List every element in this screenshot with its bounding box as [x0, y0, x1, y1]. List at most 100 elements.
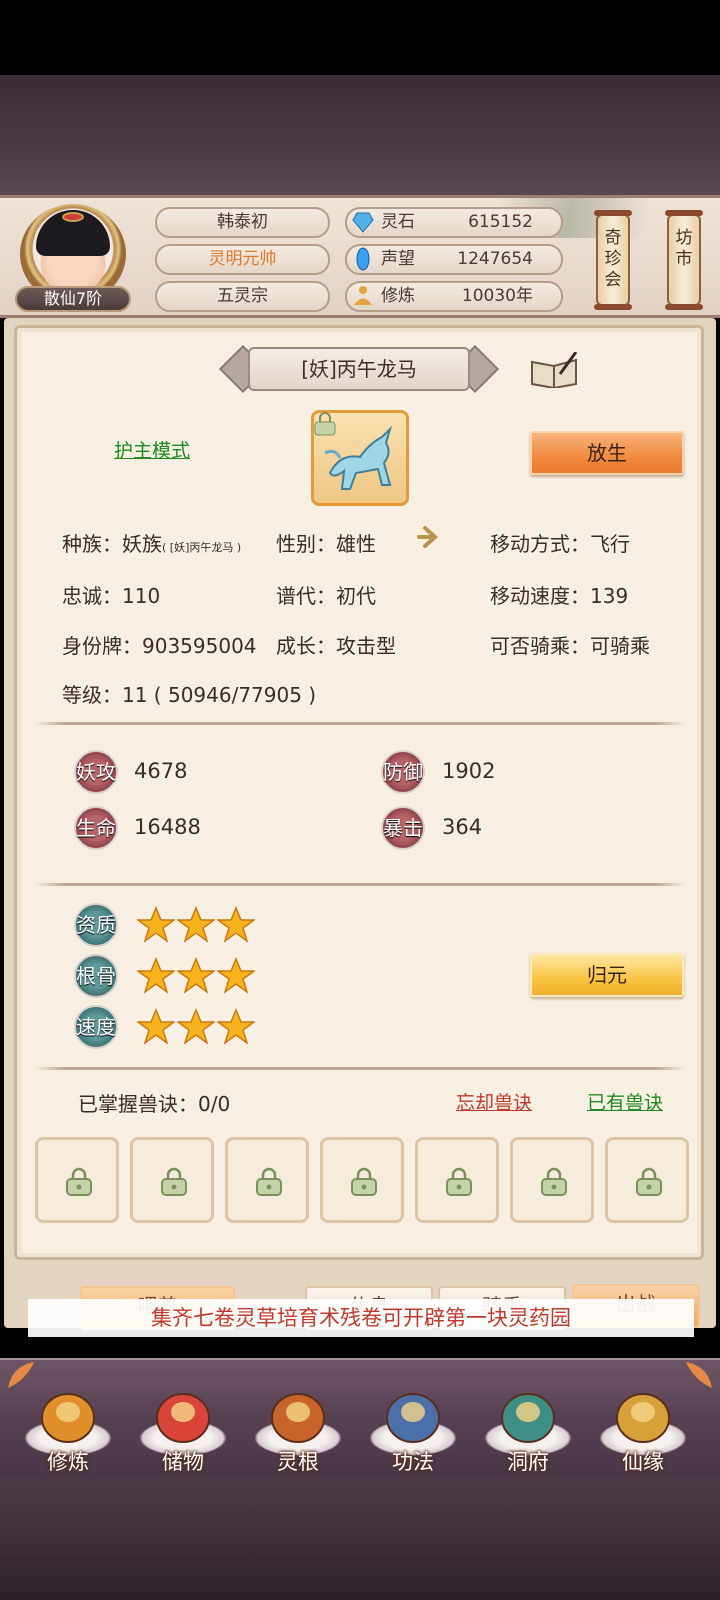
star-icon: [137, 957, 175, 994]
nav-item-4[interactable]: 洞府: [476, 1360, 580, 1480]
race-info: 种族：妖族( [妖]丙午龙马 ): [62, 528, 241, 557]
stat-name: 灵石: [381, 212, 415, 232]
id-tag-info: 身份牌：903595004: [62, 634, 257, 658]
skill-slot[interactable]: [225, 1137, 309, 1223]
divider: [34, 1067, 686, 1070]
spirit-root-icon: [271, 1393, 325, 1443]
lock-icon: [314, 412, 336, 436]
hp-value: 16488: [134, 815, 201, 839]
generation-info: 谱代：初代: [276, 584, 376, 608]
growth-info: 成长：攻击型: [276, 634, 396, 658]
prestige-icon: [356, 247, 370, 271]
nav-label: 储物: [162, 1450, 204, 1474]
lock-icon: [66, 1167, 92, 1196]
attack-badge: 妖攻: [74, 750, 118, 794]
nav-label: 灵根: [277, 1450, 319, 1474]
star-icon: [137, 1008, 175, 1045]
nav-item-5[interactable]: 仙缘: [591, 1360, 695, 1480]
nav-item-2[interactable]: 灵根: [246, 1360, 350, 1480]
lock-icon: [446, 1167, 472, 1196]
skill-slot[interactable]: [605, 1137, 689, 1223]
nav-label: 修炼: [47, 1450, 89, 1474]
player-header: 散仙7阶 韩泰初 灵明元帅 五灵宗 灵石 615152 声望 1247654 修…: [0, 195, 720, 318]
skill-slot[interactable]: [320, 1137, 404, 1223]
crit-badge: 暴击: [381, 806, 425, 850]
guard-mode-link[interactable]: 护主模式: [114, 436, 190, 463]
swap-arrow-icon[interactable]: [415, 522, 445, 552]
release-button[interactable]: 放生: [530, 431, 684, 475]
quality-badge: 资质: [74, 903, 118, 947]
stat-name: 声望: [381, 249, 415, 269]
top-backdrop: [0, 75, 720, 195]
crit-value: 364: [442, 815, 483, 839]
lock-icon: [541, 1167, 567, 1196]
rideable-info: 可否骑乘：可骑乘: [490, 634, 650, 658]
bottom-nav: 修炼 储物 灵根 功法 洞府 仙缘: [0, 1358, 720, 1478]
star-icon: [177, 957, 215, 994]
lock-icon: [256, 1167, 282, 1196]
star-icon: [177, 1008, 215, 1045]
book-quill-icon[interactable]: [530, 352, 578, 388]
nav-item-1[interactable]: 储物: [131, 1360, 235, 1480]
skill-slot[interactable]: [35, 1137, 119, 1223]
nav-label: 仙缘: [622, 1450, 664, 1474]
rank-badge: 散仙7阶: [15, 286, 131, 312]
market-button[interactable]: 坊市: [665, 210, 703, 310]
star-icon: [217, 906, 255, 943]
mastered-skills-count: 已掌握兽诀：0/0: [78, 1092, 231, 1116]
loyalty-info: 忠诚：110: [62, 584, 161, 608]
skill-slot[interactable]: [510, 1137, 594, 1223]
cultivation-stat: 修炼 10030年: [345, 281, 563, 312]
star-icon: [217, 1008, 255, 1045]
lock-icon: [636, 1167, 662, 1196]
game-screen: 散仙7阶 韩泰初 灵明元帅 五灵宗 灵石 615152 声望 1247654 修…: [0, 0, 720, 1600]
lock-icon: [161, 1167, 187, 1196]
skill-slot[interactable]: [130, 1137, 214, 1223]
divider: [34, 883, 686, 886]
return-origin-button[interactable]: 归元: [530, 953, 684, 997]
player-name: 韩泰初: [155, 207, 330, 238]
stat-value: 1247654: [457, 249, 533, 269]
notice-banner: 集齐七卷灵草培育术残卷可开辟第一块灵药园: [28, 1299, 694, 1337]
star-icon: [217, 957, 255, 994]
attack-value: 4678: [134, 759, 188, 783]
star-icon: [177, 906, 215, 943]
divider: [34, 722, 686, 725]
defense-value: 1902: [442, 759, 496, 783]
cultivate-icon: [41, 1393, 95, 1443]
nav-item-3[interactable]: 功法: [361, 1360, 465, 1480]
stat-name: 修炼: [381, 286, 415, 306]
bottom-backdrop: [0, 1478, 720, 1600]
quality-badge: 根骨: [74, 954, 118, 998]
lock-icon: [351, 1167, 377, 1196]
prestige-stat: 声望 1247654: [345, 244, 563, 275]
forget-skill-link[interactable]: 忘却兽诀: [456, 1088, 532, 1115]
pet-name-title: [妖]丙午龙马: [248, 347, 470, 391]
nav-label: 功法: [392, 1450, 434, 1474]
quality-badge: 速度: [74, 1005, 118, 1049]
technique-book-icon: [386, 1393, 440, 1443]
player-sect: 五灵宗: [155, 281, 330, 312]
move-type-info: 移动方式：飞行: [490, 532, 630, 556]
cave-dwelling-icon: [501, 1393, 555, 1443]
race-subtitle: ( [妖]丙午龙马 ): [162, 541, 242, 554]
spirit-stone-stat: 灵石 615152: [345, 207, 563, 238]
defense-badge: 防御: [381, 750, 425, 794]
market-label: 坊市: [675, 228, 693, 269]
player-title[interactable]: 灵明元帅: [155, 244, 330, 275]
corner-leaf-icon: [8, 1362, 34, 1388]
owned-skill-link[interactable]: 已有兽诀: [587, 1088, 663, 1115]
hp-badge: 生命: [74, 806, 118, 850]
immortal-fate-icon: [616, 1393, 670, 1443]
skill-slot[interactable]: [415, 1137, 499, 1223]
meditation-icon: [354, 286, 372, 305]
treasure-shop-button[interactable]: 奇珍会: [594, 210, 632, 310]
stat-value: 10030年: [461, 286, 533, 306]
gender-info: 性别：雄性: [276, 532, 376, 556]
nav-label: 洞府: [507, 1450, 549, 1474]
level-info: 等级：11 ( 50946/77905 ): [62, 683, 317, 707]
corner-leaf-icon: [686, 1362, 712, 1388]
spirit-stone-icon: [352, 212, 374, 233]
avatar-headband: [62, 212, 84, 222]
stat-value: 615152: [468, 212, 533, 232]
